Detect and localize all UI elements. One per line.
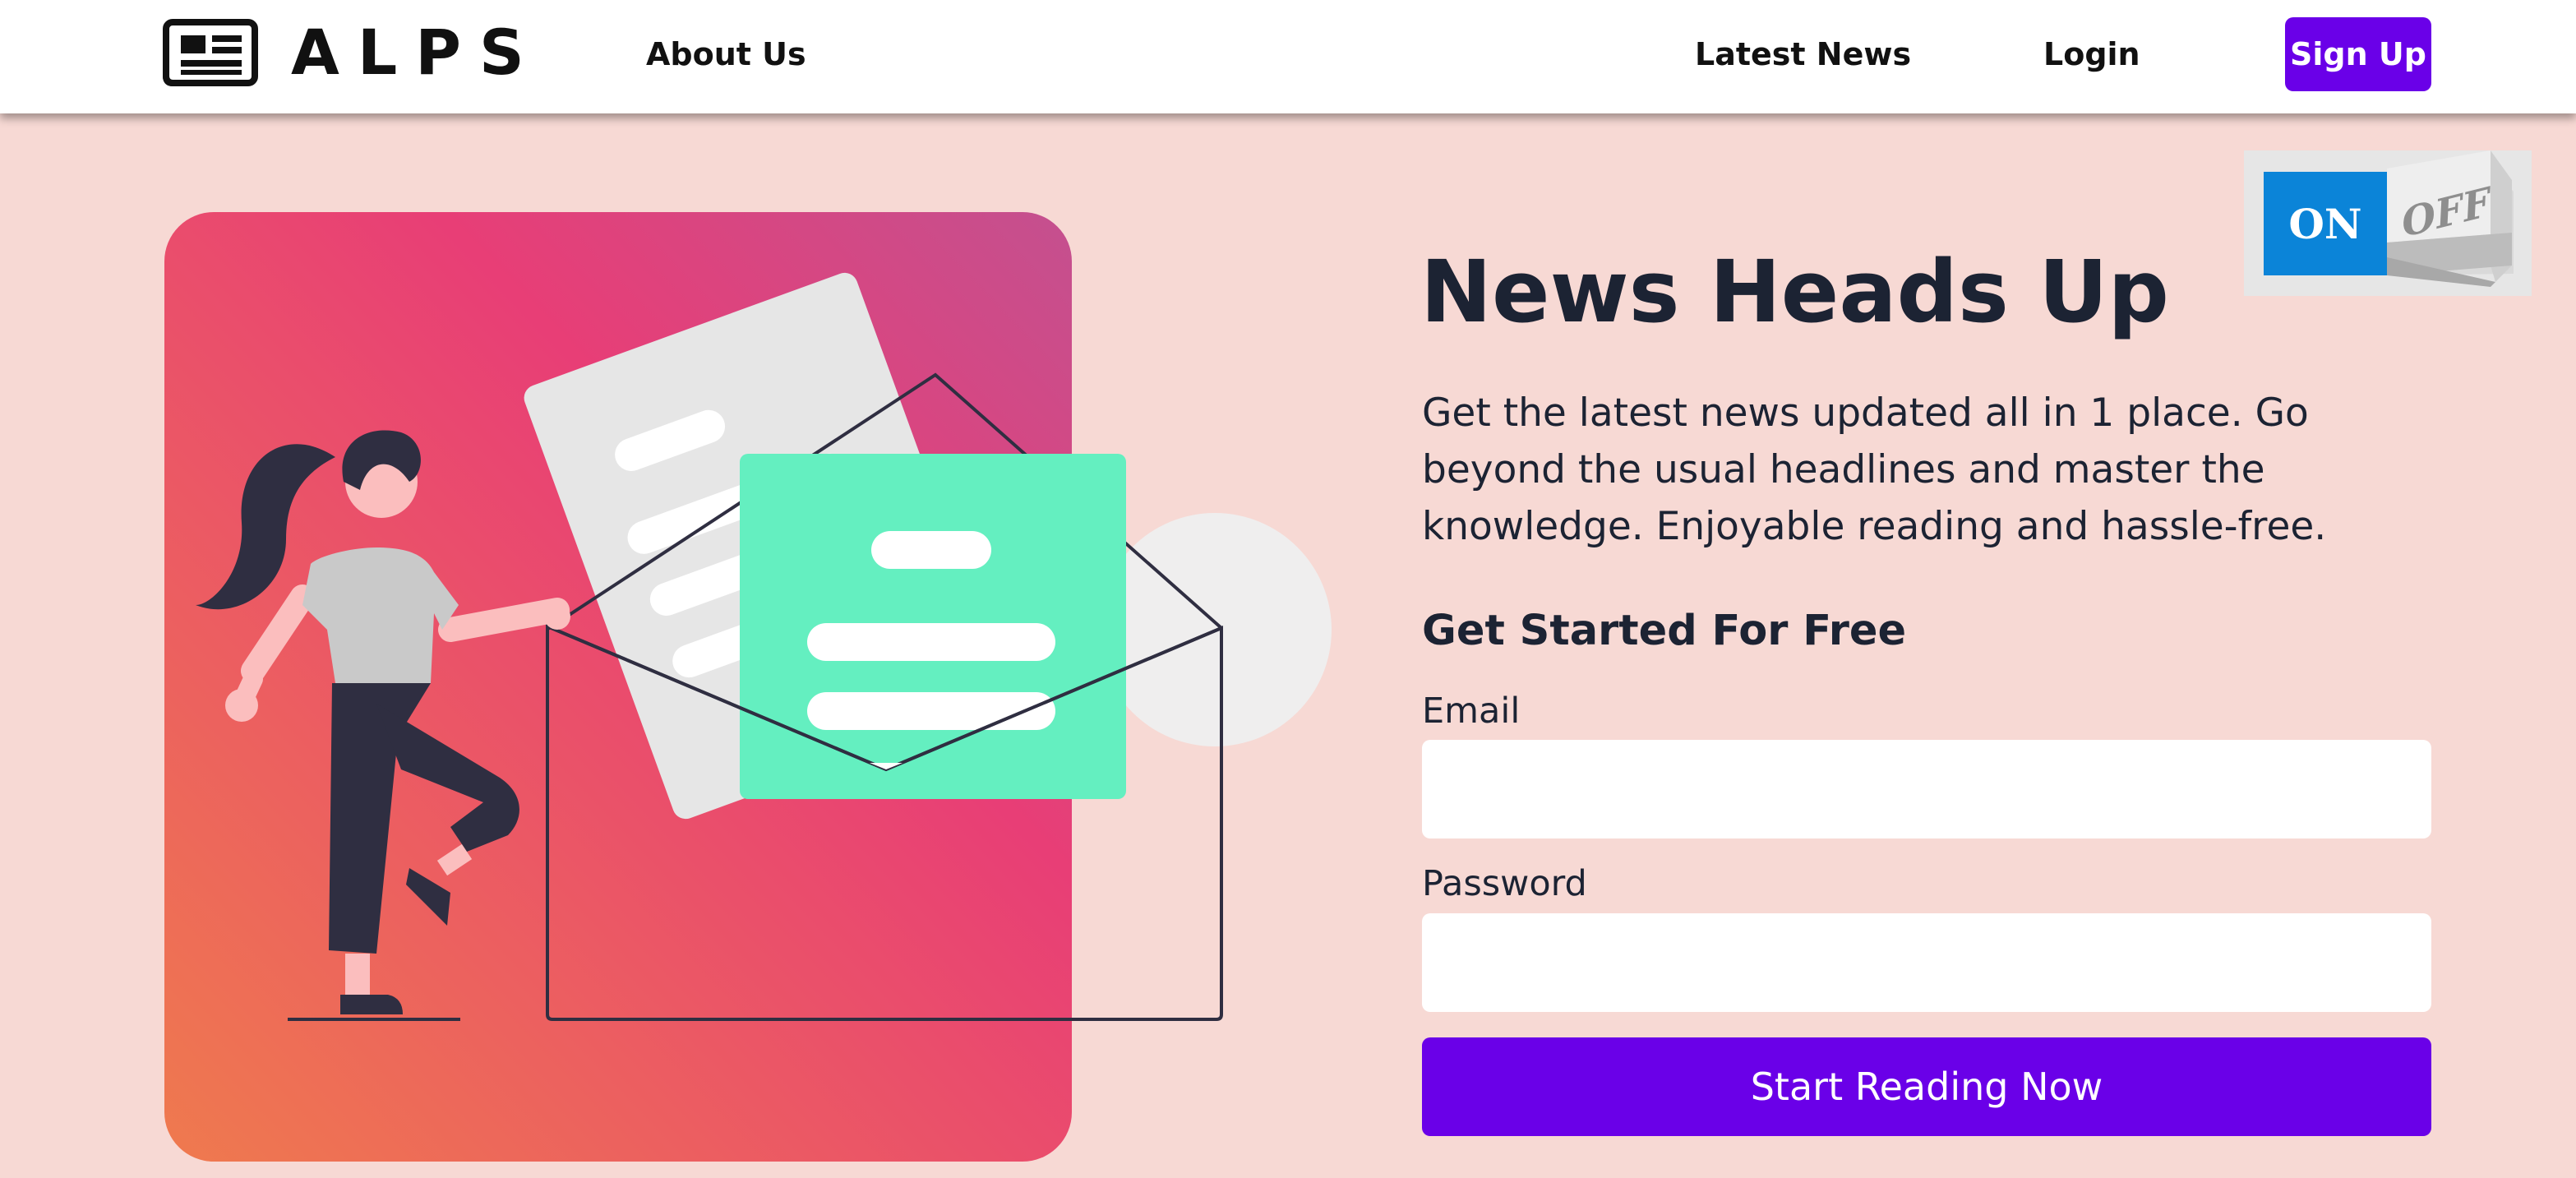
nav-latest-news[interactable]: Latest News [1695, 30, 1911, 79]
signup-heading: Get Started For Free [1422, 607, 1907, 655]
start-reading-button[interactable]: Start Reading Now [1422, 1037, 2431, 1136]
nav-login[interactable]: Login [2043, 30, 2140, 79]
email-field[interactable] [1422, 740, 2431, 838]
email-label: Email [1422, 691, 1521, 732]
password-field[interactable] [1422, 913, 2431, 1012]
woman-with-envelope-illustration [164, 212, 1332, 1162]
brand-logo[interactable]: ALPS [163, 18, 542, 87]
password-label: Password [1422, 863, 1587, 904]
navbar: ALPS About Us Latest News Login Sign Up [0, 0, 2576, 113]
sign-up-button[interactable]: Sign Up [2285, 17, 2431, 91]
hero-headline: News Heads Up [1420, 242, 2169, 342]
hero-description: Get the latest news updated all in 1 pla… [1422, 390, 2327, 549]
hero-illustration [163, 210, 1338, 1178]
brand-name: ALPS [291, 16, 542, 89]
nav-about-us[interactable]: About Us [646, 30, 806, 79]
mint-document [740, 454, 1126, 799]
newspaper-icon [163, 19, 258, 86]
on-off-toggle[interactable]: ON OFF [2244, 150, 2532, 296]
toggle-on-label[interactable]: ON [2264, 172, 2387, 275]
